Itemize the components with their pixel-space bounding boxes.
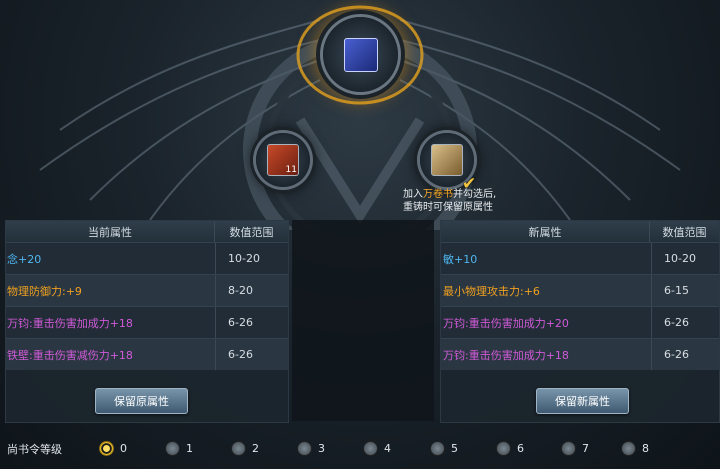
column-header-range: 数值范围	[214, 221, 288, 242]
attribute-row: 物理防御力:+9 8-20	[6, 274, 288, 306]
attribute-rows: 念+20 10-20 物理防御力:+9 8-20 万钧:重击伤害加成力+18 6…	[6, 242, 288, 370]
attribute-name: 念+20	[7, 252, 42, 266]
radio-icon	[430, 441, 445, 456]
attribute-name: 万钧:重击伤害加成力+20	[443, 316, 569, 330]
attribute-range: 6-15	[651, 275, 719, 306]
attribute-name: 万钧:重击伤害加成力+18	[443, 348, 569, 362]
radio-icon	[297, 441, 312, 456]
keep-new-button[interactable]: 保留新属性	[536, 388, 629, 414]
attribute-range: 6-26	[215, 307, 288, 338]
item-count: 11	[285, 165, 297, 175]
level-radio-3[interactable]: 3	[297, 441, 325, 456]
column-header-range: 数值范围	[649, 221, 719, 242]
level-radio-8[interactable]: 8	[621, 441, 649, 456]
radio-icon	[621, 441, 636, 456]
rank-level-selector: 尚书令等级 0 1 2 3 4 5 6 7 8	[0, 428, 720, 469]
blue-scroll-item-icon	[343, 37, 378, 72]
attribute-range: 6-26	[651, 339, 719, 370]
radio-icon	[496, 441, 511, 456]
radio-icon	[363, 441, 378, 456]
material-slot-left[interactable]: 11	[256, 133, 310, 187]
attribute-name: 万钧:重击伤害加成力+18	[7, 316, 133, 330]
center-divider	[292, 220, 434, 421]
table-header: 新属性 数值范围	[441, 221, 719, 242]
attribute-row: 敏+10 10-20	[441, 242, 719, 274]
red-armor-item-icon: 11	[267, 144, 299, 176]
attribute-rows: 敏+10 10-20 最小物理攻击力:+6 6-15 万钧:重击伤害加成力+20…	[441, 242, 719, 370]
table-header: 当前属性 数值范围	[6, 221, 288, 242]
attribute-row: 万钧:重击伤害加成力+18 6-26	[6, 306, 288, 338]
attribute-range: 8-20	[215, 275, 288, 306]
column-header-attribute: 新属性	[528, 225, 562, 239]
radio-icon	[165, 441, 180, 456]
column-header-attribute: 当前属性	[88, 225, 132, 239]
level-radio-5[interactable]: 5	[430, 441, 458, 456]
attribute-range: 10-20	[215, 243, 288, 274]
new-attributes-panel: 新属性 数值范围 敏+10 10-20 最小物理攻击力:+6 6-15 万钧:重…	[440, 220, 720, 423]
attribute-range: 6-26	[651, 307, 719, 338]
level-radio-2[interactable]: 2	[231, 441, 259, 456]
rank-level-label: 尚书令等级	[7, 443, 62, 456]
scroll-item-icon	[431, 144, 463, 176]
scroll-slot-right[interactable]: ✔	[420, 133, 476, 193]
level-radio-6[interactable]: 6	[496, 441, 524, 456]
level-radio-1[interactable]: 1	[165, 441, 193, 456]
attribute-row: 最小物理攻击力:+6 6-15	[441, 274, 719, 306]
attribute-range: 6-26	[215, 339, 288, 370]
level-radio-7[interactable]: 7	[561, 441, 589, 456]
current-attributes-panel: 当前属性 数值范围 念+20 10-20 物理防御力:+9 8-20 万钧:重击…	[5, 220, 289, 423]
attribute-range: 10-20	[651, 243, 719, 274]
radio-icon	[561, 441, 576, 456]
attribute-row: 万钧:重击伤害加成力+20 6-26	[441, 306, 719, 338]
attribute-row: 万钧:重击伤害加成力+18 6-26	[441, 338, 719, 370]
attribute-name: 最小物理攻击力:+6	[443, 284, 540, 298]
main-item-slot[interactable]	[323, 17, 398, 92]
attribute-name: 物理防御力:+9	[7, 284, 82, 298]
attribute-name: 敏+10	[443, 252, 478, 266]
attribute-name: 铁壁:重击伤害减伤力+18	[7, 348, 133, 362]
radio-icon	[231, 441, 246, 456]
attribute-row: 念+20 10-20	[6, 242, 288, 274]
attribute-row: 铁壁:重击伤害减伤力+18 6-26	[6, 338, 288, 370]
scroll-hint-text: 加入万卷书并勾选后, 重铸时可保留原属性	[403, 189, 497, 213]
keep-original-button[interactable]: 保留原属性	[95, 388, 188, 414]
level-radio-0[interactable]: 0	[99, 441, 127, 456]
radio-selected-icon	[99, 441, 114, 456]
level-radio-4[interactable]: 4	[363, 441, 391, 456]
